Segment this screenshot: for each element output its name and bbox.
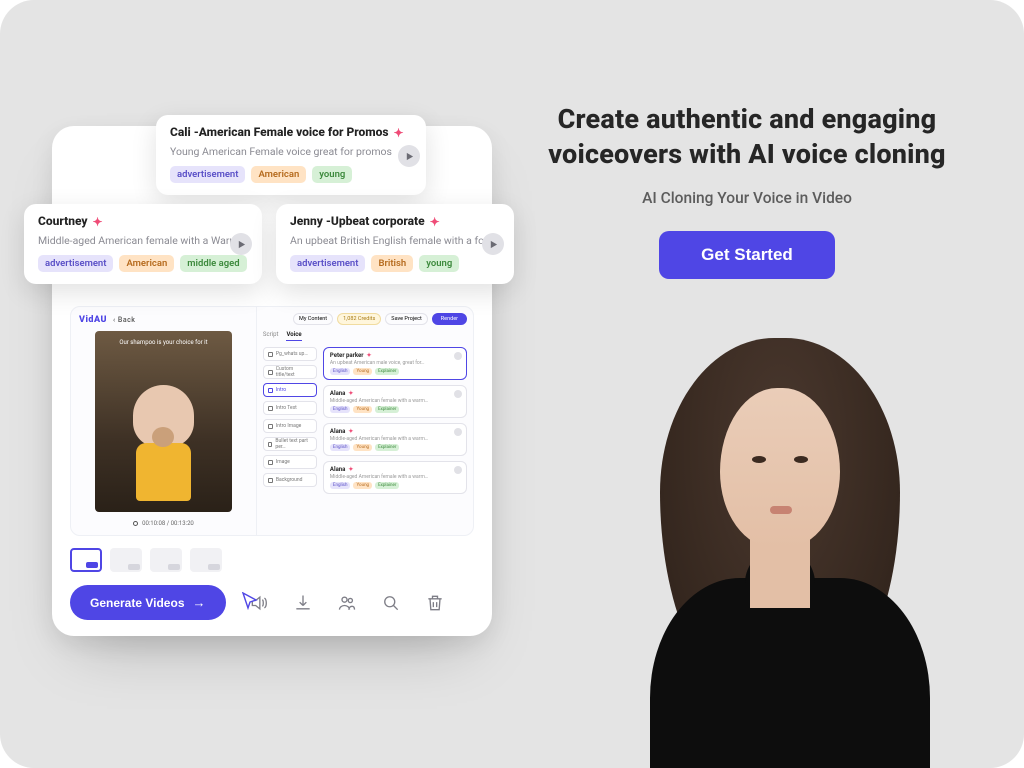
video-preview[interactable]: Our shampoo is your choice for it <box>95 331 232 512</box>
download-icon[interactable] <box>292 592 314 614</box>
editor-tabs: Script Voice <box>263 331 467 341</box>
mic-icon: ✦ <box>348 466 353 473</box>
arrow-right-icon: → <box>193 595 206 610</box>
tool-item[interactable]: Background <box>263 473 317 487</box>
voice-name: Courtney <box>38 214 88 229</box>
hero-title-line2: voiceovers with AI voice cloning <box>548 138 946 170</box>
voice-list-item[interactable]: Alana✦ Middle-aged American female with … <box>323 461 467 494</box>
tab-script[interactable]: Script <box>263 331 279 341</box>
play-button[interactable] <box>398 145 420 167</box>
save-project-button[interactable]: Save Project <box>385 313 427 325</box>
voice-card-courtney[interactable]: Courtney ✦ Middle-aged American female wi… <box>24 204 262 284</box>
trash-icon[interactable] <box>424 592 446 614</box>
editor-mock: VidAU ‹ Back Our shampoo is your choice … <box>70 306 474 536</box>
play-button[interactable] <box>230 233 252 255</box>
mic-icon: ✦ <box>93 215 103 230</box>
voice-name: Cali -American Female voice for Promos <box>170 125 389 140</box>
hero-title-line1: Create authentic and engaging <box>558 103 937 135</box>
voice-desc: Young American Female voice great for pr… <box>170 145 412 158</box>
thumbnail-selected[interactable] <box>70 548 102 572</box>
tool-item[interactable]: Pg_whats up… <box>263 347 317 361</box>
tool-item[interactable]: Intro Text <box>263 401 317 415</box>
voice-tags: advertisement British young <box>290 255 500 272</box>
voice-tags: advertisement American young <box>170 166 412 183</box>
mic-icon: ✦ <box>394 126 404 141</box>
search-icon[interactable] <box>380 592 402 614</box>
voice-list-item[interactable]: Peter parker✦ An upbeat American male vo… <box>323 347 467 380</box>
play-icon[interactable] <box>454 390 462 398</box>
app-preview-panel: VidAU ‹ Back Our shampoo is your choice … <box>52 126 492 636</box>
mic-icon: ✦ <box>430 215 440 230</box>
people-icon[interactable] <box>336 592 358 614</box>
tool-item[interactable]: Custom title/text <box>263 365 317 379</box>
mic-icon: ✦ <box>348 428 353 435</box>
thumbnail[interactable] <box>110 548 142 572</box>
tool-item-selected[interactable]: Intro <box>263 383 317 397</box>
play-icon[interactable] <box>454 352 462 360</box>
hero-copy: Create authentic and engaging voiceovers… <box>510 102 984 279</box>
thumbnail[interactable] <box>190 548 222 572</box>
mic-icon: ✦ <box>348 390 353 397</box>
mic-icon: ✦ <box>367 352 372 359</box>
hero-subtitle: AI Cloning Your Voice in Video <box>510 189 984 207</box>
tool-item[interactable]: Bullet text part per… <box>263 437 317 451</box>
voice-card-cali[interactable]: Cali -American Female voice for Promos✦ … <box>156 115 426 195</box>
brand-logo: VidAU ‹ Back <box>79 315 248 325</box>
hero-stage: Create authentic and engaging voiceovers… <box>0 0 1024 768</box>
my-content-pill[interactable]: My Content <box>293 313 333 325</box>
voice-desc: An upbeat British English female with a … <box>290 234 500 247</box>
tab-voice[interactable]: Voice <box>286 331 301 341</box>
preview-timecode: 00:10:08 / 00:13:20 <box>79 520 248 527</box>
play-icon[interactable] <box>454 466 462 474</box>
render-button[interactable]: Render <box>432 313 467 325</box>
tool-item[interactable]: Image <box>263 455 317 469</box>
voice-list-item[interactable]: Alana✦ Middle-aged American female with … <box>323 423 467 456</box>
voice-name: Jenny -Upbeat corporate <box>290 214 425 229</box>
thumbnail[interactable] <box>150 548 182 572</box>
get-started-button[interactable]: Get Started <box>659 231 835 279</box>
bottom-toolbar: Generate Videos→ <box>70 585 474 620</box>
generate-videos-button[interactable]: Generate Videos→ <box>70 585 226 620</box>
hero-title: Create authentic and engaging voiceovers… <box>510 102 984 171</box>
voice-tags: advertisement American middle aged <box>38 255 248 272</box>
back-link[interactable]: ‹ Back <box>113 316 135 324</box>
play-icon[interactable] <box>454 428 462 436</box>
voice-list-item[interactable]: Alana✦ Middle-aged American female with … <box>323 385 467 418</box>
timeline-thumbnails <box>70 548 222 572</box>
hero-model-image <box>600 318 960 768</box>
voice-desc: Middle-aged American female with a Warm … <box>38 234 248 247</box>
editor-tool-column: Pg_whats up… Custom title/text Intro Int… <box>263 347 317 527</box>
voice-list: Peter parker✦ An upbeat American male vo… <box>323 347 467 527</box>
voice-card-jenny[interactable]: Jenny -Upbeat corporate ✦ An upbeat Briti… <box>276 204 514 284</box>
play-button[interactable] <box>482 233 504 255</box>
cursor-icon <box>242 592 258 610</box>
tool-item[interactable]: Intro Image <box>263 419 317 433</box>
credits-pill[interactable]: 1,082 Credits <box>337 313 381 325</box>
editor-topbar: My Content 1,082 Credits Save Project Re… <box>263 313 467 325</box>
preview-caption: Our shampoo is your choice for it <box>95 339 232 346</box>
